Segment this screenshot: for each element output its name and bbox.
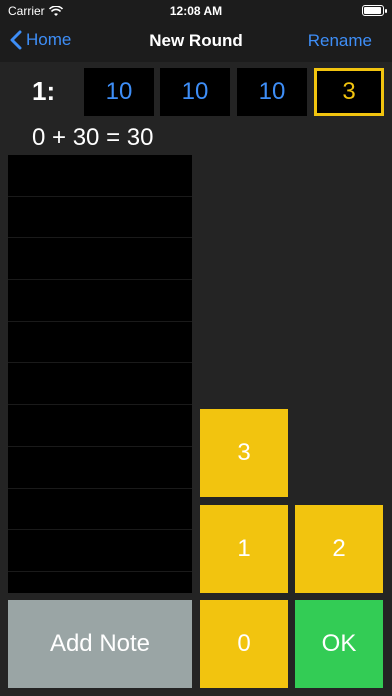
status-time: 12:08 AM: [169, 4, 223, 18]
round-label: 1:: [32, 76, 56, 106]
status-bar: Carrier 12:08 AM: [0, 0, 392, 22]
history-row[interactable]: [8, 280, 192, 322]
key-0[interactable]: 0: [200, 600, 288, 688]
history-row[interactable]: [8, 405, 192, 447]
navigation-bar: Home New Round Rename: [0, 22, 392, 62]
score-box-1[interactable]: 10: [84, 68, 154, 116]
history-row[interactable]: [8, 363, 192, 406]
history-row[interactable]: [8, 530, 192, 572]
rename-button[interactable]: Rename: [308, 31, 372, 51]
history-row[interactable]: [8, 447, 192, 489]
history-row[interactable]: [8, 197, 192, 239]
history-row[interactable]: [8, 322, 192, 364]
key-1[interactable]: 1: [200, 505, 288, 593]
score-equation: 0 + 30 = 30: [32, 124, 154, 151]
history-row[interactable]: [8, 238, 192, 281]
add-note-button[interactable]: Add Note: [8, 600, 192, 688]
battery-icon: [362, 5, 387, 16]
ok-button[interactable]: OK: [295, 600, 383, 688]
history-list: [8, 155, 192, 593]
key-3[interactable]: 3: [200, 409, 288, 497]
score-box-3[interactable]: 10: [237, 68, 307, 116]
history-row[interactable]: [8, 155, 192, 197]
score-box-2[interactable]: 10: [160, 68, 230, 116]
history-row[interactable]: [8, 489, 192, 531]
score-box-4[interactable]: 3: [314, 68, 384, 116]
key-2[interactable]: 2: [295, 505, 383, 593]
